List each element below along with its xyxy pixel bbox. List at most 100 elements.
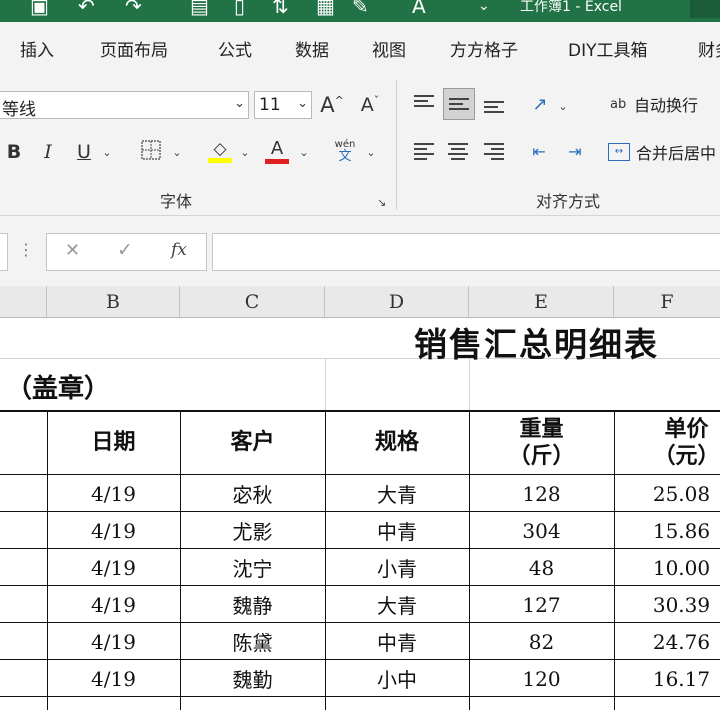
header-customer[interactable]: 客户: [180, 410, 325, 475]
wrap-text-button[interactable]: ab 自动换行: [610, 92, 698, 116]
increase-indent-icon[interactable]: ⇥: [562, 138, 588, 164]
cell-spec[interactable]: 小中: [325, 660, 469, 697]
cell-weight[interactable]: 128: [469, 475, 614, 512]
cell-date[interactable]: 4/19: [47, 623, 180, 660]
chevron-down-icon[interactable]: ⌄: [100, 142, 114, 162]
align-center-icon[interactable]: [448, 140, 468, 163]
cell-customer[interactable]: 魏勤: [180, 660, 325, 697]
column-header-e[interactable]: E: [469, 286, 614, 317]
cell-spec[interactable]: 大青: [325, 586, 469, 623]
column-header-f[interactable]: F: [614, 286, 720, 317]
chevron-down-icon[interactable]: ⌄: [556, 96, 570, 116]
column-header-c[interactable]: C: [180, 286, 325, 317]
align-middle-button[interactable]: [443, 88, 475, 120]
phonetic-guide-button[interactable]: wén 文: [330, 136, 360, 166]
cell-customer[interactable]: 魏静: [180, 586, 325, 623]
cell-price[interactable]: 16.17: [614, 660, 720, 697]
save-icon[interactable]: ▣: [30, 0, 49, 18]
table-border: [0, 696, 720, 697]
header-spec[interactable]: 规格: [325, 410, 469, 475]
tab-fangfanggezi[interactable]: 方方格子: [450, 36, 518, 61]
align-bottom-icon[interactable]: [484, 98, 504, 116]
merge-center-button[interactable]: ↔ 合并后居中: [608, 140, 716, 164]
insert-function-icon[interactable]: fx: [171, 240, 187, 260]
cell-date[interactable]: 4/19: [47, 660, 180, 697]
font-color-quick-icon[interactable]: A: [412, 0, 426, 18]
cell-customer[interactable]: 陈黛: [180, 623, 325, 660]
font-name-combobox[interactable]: 等线 ⌄: [0, 91, 249, 120]
more-options-icon[interactable]: ⋮: [18, 240, 34, 259]
borders-icon[interactable]: [140, 138, 162, 162]
cell-spec[interactable]: 中青: [325, 512, 469, 549]
account-button[interactable]: [690, 0, 720, 18]
chevron-down-icon[interactable]: ⌄: [238, 142, 252, 162]
orientation-icon[interactable]: ↗: [527, 90, 553, 118]
column-header-a[interactable]: [0, 286, 47, 317]
chevron-down-icon[interactable]: ⌄: [170, 142, 184, 162]
grow-font-button[interactable]: A ^: [318, 90, 346, 120]
undo-icon[interactable]: ↶: [78, 0, 95, 18]
new-file-icon[interactable]: ▯: [234, 0, 245, 18]
cell-spec[interactable]: 中青: [325, 623, 469, 660]
customize-qat-icon[interactable]: ⌄: [478, 0, 490, 14]
cancel-icon[interactable]: ✕: [65, 240, 80, 261]
formula-input[interactable]: [212, 233, 720, 271]
cell-customer[interactable]: 尤影: [180, 512, 325, 549]
table-icon[interactable]: ▦: [316, 0, 335, 18]
chevron-down-icon[interactable]: ⌄: [297, 96, 308, 111]
name-box[interactable]: [0, 233, 8, 271]
shrink-font-button[interactable]: Aˇ: [356, 90, 384, 120]
header-date[interactable]: 日期: [47, 410, 180, 475]
align-right-icon[interactable]: [484, 140, 504, 163]
print-preview-icon[interactable]: ▤: [190, 0, 209, 18]
cell-price[interactable]: 25.08: [614, 475, 720, 512]
align-left-icon[interactable]: [414, 140, 434, 163]
cell-spec[interactable]: 小青: [325, 549, 469, 586]
cell-date[interactable]: 4/19: [47, 549, 180, 586]
chevron-down-icon[interactable]: ⌄: [364, 142, 378, 162]
font-size-combobox[interactable]: 11 ⌄: [254, 91, 312, 119]
format-painter-icon[interactable]: ✎: [352, 0, 369, 18]
header-weight[interactable]: 重量 （斤）: [469, 410, 614, 475]
chevron-down-icon[interactable]: ⌄: [234, 96, 245, 111]
redo-icon[interactable]: ↷: [125, 0, 142, 18]
chevron-down-icon[interactable]: ⌄: [297, 142, 311, 162]
cell-price[interactable]: 30.39: [614, 586, 720, 623]
cell-date[interactable]: 4/19: [47, 475, 180, 512]
tab-finance[interactable]: 财务: [698, 36, 720, 61]
cell-weight[interactable]: 48: [469, 549, 614, 586]
underline-button[interactable]: U: [72, 138, 96, 166]
cell-weight[interactable]: 127: [469, 586, 614, 623]
fill-color-button[interactable]: ◇: [207, 136, 233, 166]
cell-customer[interactable]: 沈宁: [180, 549, 325, 586]
tab-view[interactable]: 视图: [372, 36, 406, 61]
cell-partial[interactable]: [47, 697, 180, 710]
cell-price[interactable]: 15.86: [614, 512, 720, 549]
column-header-b[interactable]: B: [47, 286, 180, 317]
cell-date[interactable]: 4/19: [47, 586, 180, 623]
cell-weight[interactable]: 304: [469, 512, 614, 549]
cell-price[interactable]: 10.00: [614, 549, 720, 586]
column-header-d[interactable]: D: [325, 286, 469, 317]
tab-formulas[interactable]: 公式: [218, 36, 252, 61]
enter-icon[interactable]: ✓: [117, 239, 133, 261]
tab-diy-toolbox[interactable]: DIY工具箱: [568, 36, 648, 61]
tab-data[interactable]: 数据: [295, 36, 329, 61]
cell-spec[interactable]: 大青: [325, 475, 469, 512]
italic-button[interactable]: I: [36, 138, 60, 166]
bold-button[interactable]: B: [2, 138, 26, 166]
cell-weight[interactable]: 120: [469, 660, 614, 697]
cell-date[interactable]: 4/19: [47, 512, 180, 549]
cell-weight[interactable]: 82: [469, 623, 614, 660]
sort-icon[interactable]: ⇅: [272, 0, 289, 18]
tab-insert[interactable]: 插入: [20, 36, 54, 61]
cell-price[interactable]: 24.76: [614, 623, 720, 660]
align-top-icon[interactable]: [414, 92, 434, 110]
cell-customer[interactable]: 宓秋: [180, 475, 325, 512]
header-price[interactable]: 单价 （元）: [614, 410, 720, 475]
tab-page-layout[interactable]: 页面布局: [100, 36, 168, 61]
decrease-indent-icon[interactable]: ⇤: [526, 138, 552, 164]
worksheet-grid[interactable]: 销售汇总明细表 （盖章） 日期 客户 规格 重量 （斤） 单价 （元） 4/19…: [0, 318, 720, 710]
font-color-button[interactable]: A: [264, 136, 290, 166]
dialog-launcher-icon[interactable]: ↘: [377, 196, 386, 209]
